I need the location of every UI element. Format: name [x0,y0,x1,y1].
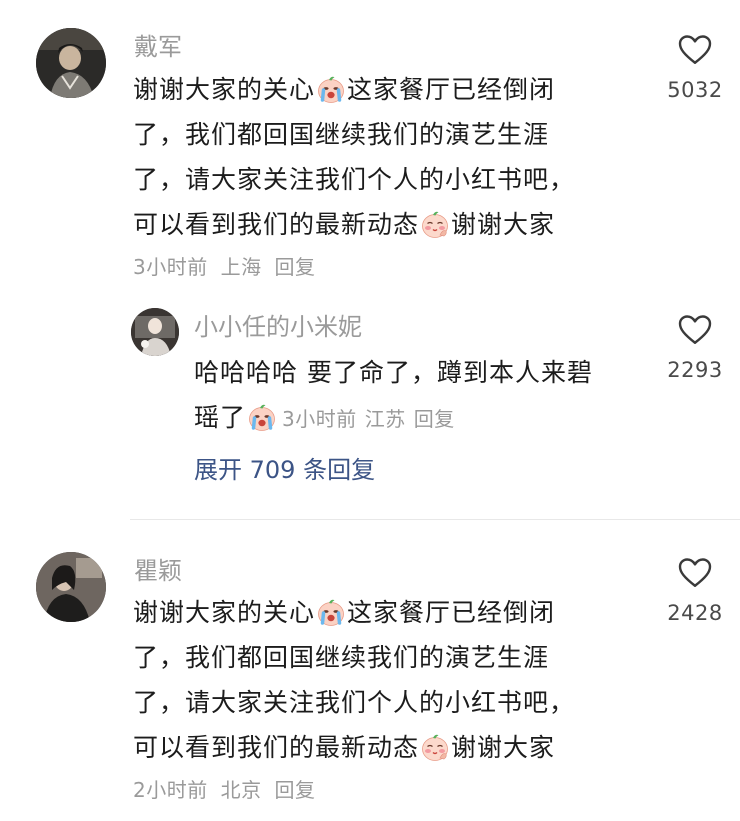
username[interactable]: 小小任的小米妮 [194,312,362,342]
avatar-photo-icon [131,308,179,356]
blushing-face-emoji-icon [420,732,450,762]
divider [130,519,740,520]
avatar[interactable] [36,28,106,98]
like-button[interactable]: 2428 [645,555,740,625]
like-button[interactable]: 5032 [645,32,740,102]
crying-face-emoji-icon [316,597,346,627]
like-count: 2293 [667,358,723,382]
expand-replies-link[interactable]: 展开 709 条回复 [194,455,375,485]
comment-text: 谢谢大家的关心 这家餐厅已经倒闭 了，我们都回国继续我们的演艺生涯 了，请大家关注… [133,590,575,770]
text-line: 可以看到我们的最新动态 谢谢大家 [133,202,575,247]
text-line: 瑶了 3小时前 江苏 回复 [194,395,593,442]
timestamp: 2小时前 [133,778,208,802]
avatar[interactable] [131,308,179,356]
reply-text: 哈哈哈哈 要了命了，蹲到本人来碧 瑶了 3小时前 江苏 回复 [194,350,593,442]
timestamp: 3小时前 [282,407,357,431]
like-count: 5032 [667,78,723,102]
text-line: 了，请大家关注我们个人的小红书吧， [133,688,576,717]
crying-face-emoji-icon [316,74,346,104]
text-line: 谢谢大家的关心 这家餐厅已经倒闭 [133,590,575,635]
text-line: 了，我们都回国继续我们的演艺生涯 [133,643,550,672]
avatar-photo-icon [36,552,106,622]
text-segment: 谢谢大家的关心 [133,598,316,627]
like-button[interactable]: 2293 [645,312,740,382]
avatar[interactable] [36,552,106,622]
heart-outline-icon[interactable] [677,312,713,348]
like-count: 2428 [667,601,723,625]
location: 江苏 [364,407,406,431]
timestamp: 3小时前 [133,255,208,279]
username[interactable]: 戴军 [134,32,182,62]
comment-meta: 3小时前 上海 回复 [133,252,315,282]
reply-button[interactable]: 回复 [274,255,315,279]
text-line: 谢谢大家的关心 这家餐厅已经倒闭 [133,67,575,112]
text-segment: 瑶了 [194,403,247,432]
text-segment: 谢谢大家 [451,210,556,239]
heart-outline-icon[interactable] [677,32,713,68]
text-segment: 这家餐厅已经倒闭 [347,75,556,104]
comment-text: 谢谢大家的关心 这家餐厅已经倒闭 了，我们都回国继续我们的演艺生涯 了，请大家关注… [133,67,575,247]
username[interactable]: 瞿颖 [134,556,182,586]
comment-meta: 2小时前 北京 回复 [133,775,315,805]
blushing-face-emoji-icon [420,209,450,239]
avatar-photo-icon [36,28,106,98]
text-line: 可以看到我们的最新动态 谢谢大家 [133,725,575,770]
text-line: 了，我们都回国继续我们的演艺生涯 [133,120,550,149]
crying-face-emoji-icon [247,402,277,432]
location: 上海 [220,255,262,279]
text-line: 哈哈哈哈 要了命了，蹲到本人来碧 [194,358,593,387]
text-segment: 谢谢大家 [451,733,556,762]
location: 北京 [220,778,262,802]
heart-outline-icon[interactable] [677,555,713,591]
text-segment: 可以看到我们的最新动态 [133,733,420,762]
reply-button[interactable]: 回复 [414,407,455,431]
text-segment: 这家餐厅已经倒闭 [347,598,556,627]
reply-button[interactable]: 回复 [274,778,315,802]
text-segment: 可以看到我们的最新动态 [133,210,420,239]
text-line: 了，请大家关注我们个人的小红书吧， [133,165,576,194]
text-segment: 谢谢大家的关心 [133,75,316,104]
